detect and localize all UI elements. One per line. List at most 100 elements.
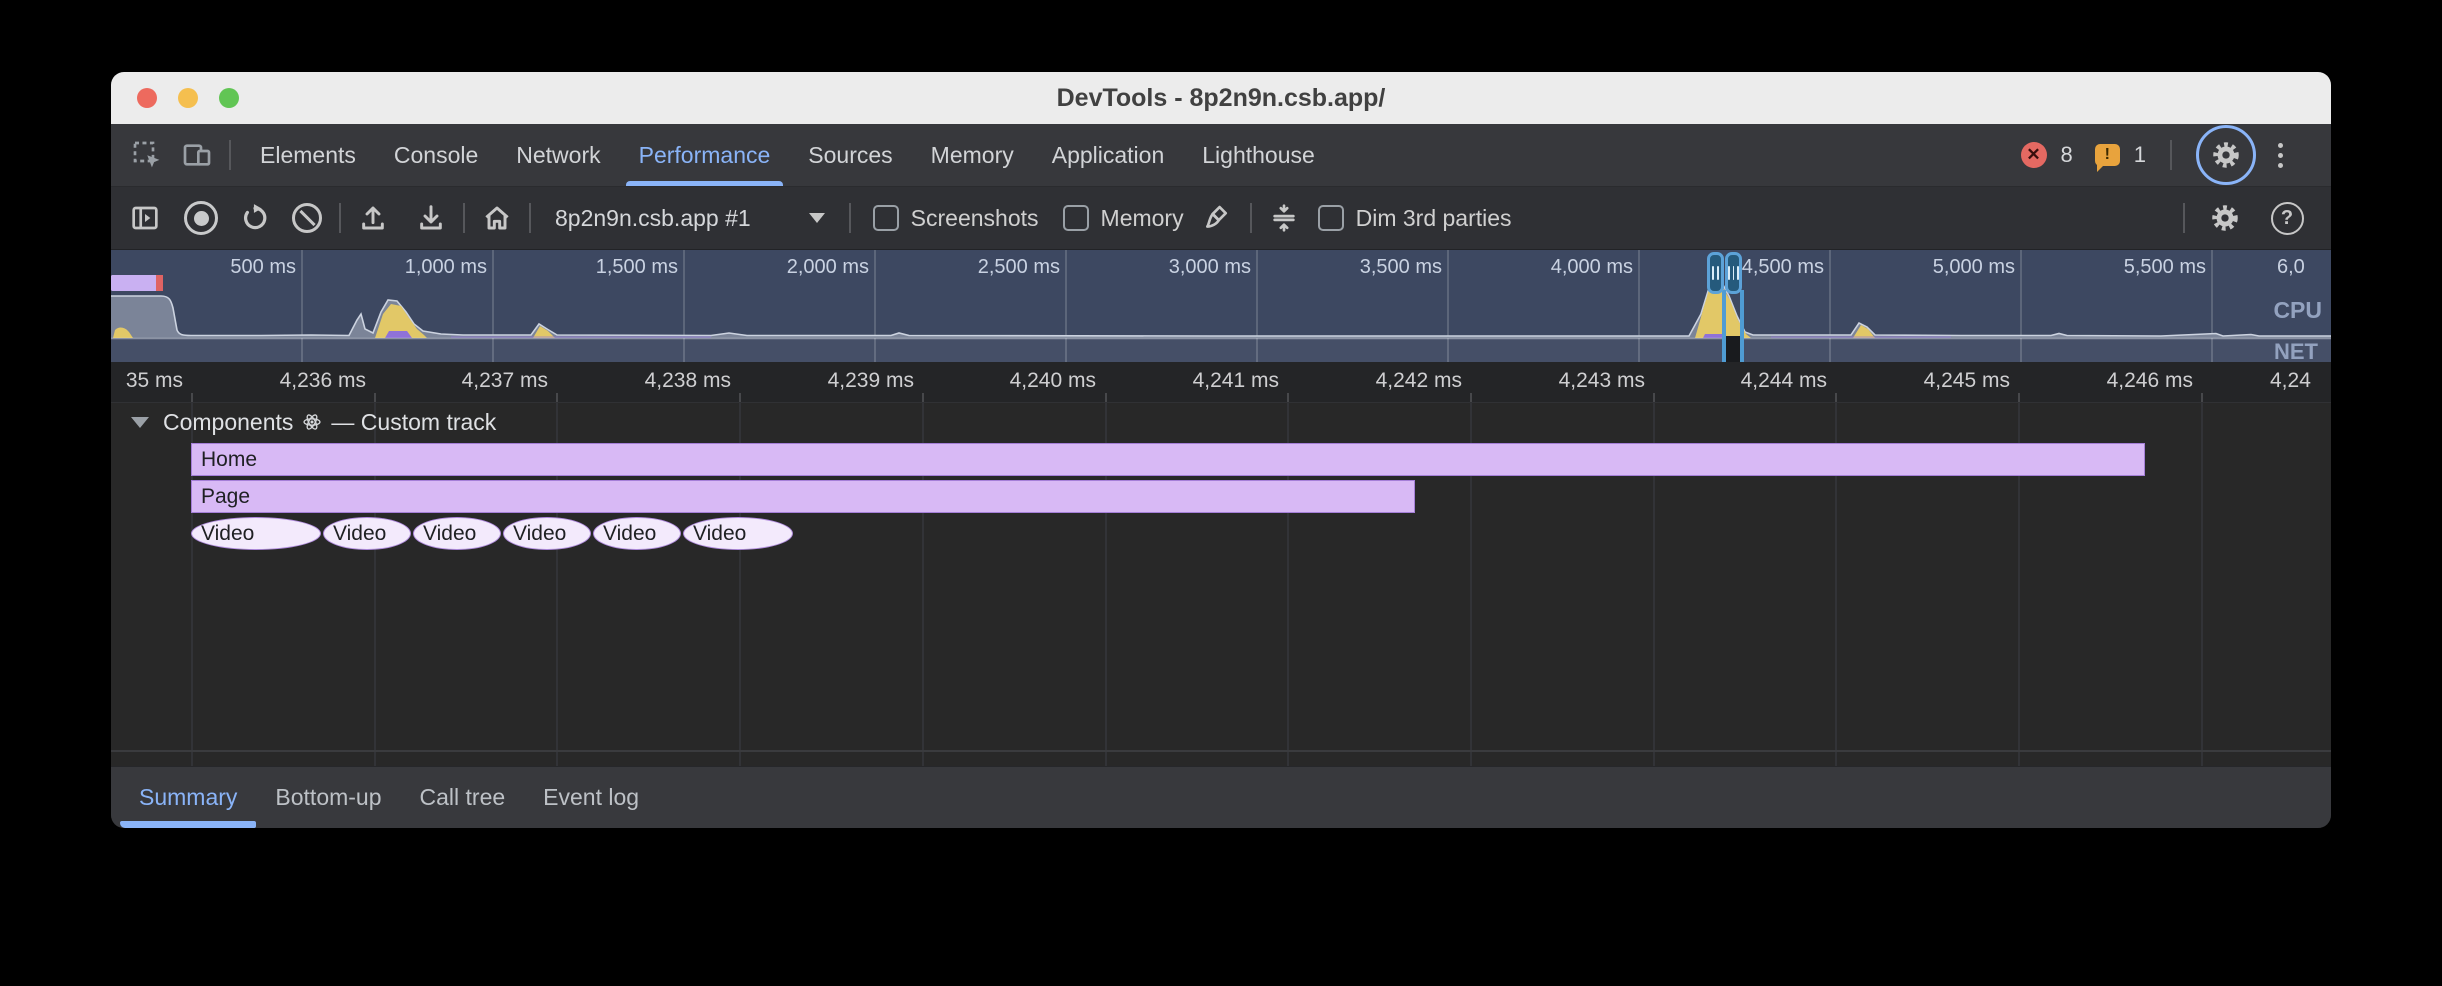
- settings-gear-icon[interactable]: [2196, 125, 2256, 185]
- capture-settings-gear-icon[interactable]: [2203, 196, 2247, 240]
- device-toolbar-icon[interactable]: [175, 133, 219, 177]
- tab-application[interactable]: Application: [1033, 124, 1184, 186]
- flame-bar-video[interactable]: Video: [593, 517, 681, 550]
- timeline-ruler[interactable]: 35 ms 4,236 ms 4,237 ms 4,238 ms 4,239 m…: [111, 362, 2331, 403]
- minimize-button[interactable]: [178, 88, 198, 108]
- tab-sources[interactable]: Sources: [789, 124, 911, 186]
- divider: [529, 203, 531, 233]
- reload-record-icon[interactable]: [233, 196, 277, 240]
- screenshots-checkbox[interactable]: [873, 205, 899, 231]
- more-options-icon[interactable]: [2270, 143, 2291, 168]
- ruler-label: 4,244 ms: [1677, 369, 1827, 393]
- help-icon[interactable]: ?: [2265, 196, 2309, 240]
- tab-network[interactable]: Network: [497, 124, 619, 186]
- collect-garbage-icon[interactable]: [1196, 196, 1240, 240]
- traffic-lights: [137, 88, 239, 108]
- dim-3rd-parties-checkbox[interactable]: [1318, 205, 1344, 231]
- ruler-label: 4,24: [2270, 369, 2311, 393]
- overview-ruler-label: 5,000 ms: [1865, 256, 2015, 279]
- record-icon[interactable]: [179, 196, 223, 240]
- tab-elements[interactable]: Elements: [241, 124, 375, 186]
- ruler-label: 4,245 ms: [1860, 369, 2010, 393]
- screenshots-label: Screenshots: [911, 205, 1039, 232]
- ruler-label: 4,240 ms: [946, 369, 1096, 393]
- flame-bar-video[interactable]: Video: [683, 517, 793, 550]
- cpu-label: CPU: [2273, 297, 2322, 324]
- tab-summary[interactable]: Summary: [120, 767, 256, 828]
- overview-ruler-label: 1,000 ms: [337, 256, 487, 279]
- inspect-element-icon[interactable]: [125, 133, 169, 177]
- panel-divider: [111, 750, 2331, 752]
- tab-console[interactable]: Console: [375, 124, 497, 186]
- collapse-icon[interactable]: [1262, 196, 1306, 240]
- overview-ruler-label: 2,500 ms: [910, 256, 1060, 279]
- selection-left-handle[interactable]: [1707, 252, 1724, 294]
- divider: [1250, 203, 1252, 233]
- overview-ruler-label: 3,500 ms: [1292, 256, 1442, 279]
- close-button[interactable]: [137, 88, 157, 108]
- selection-range: [1726, 336, 1740, 362]
- session-label: 8p2n9n.csb.app #1: [555, 205, 751, 232]
- title-bar: DevTools - 8p2n9n.csb.app/: [111, 72, 2331, 124]
- ruler-label: 4,242 ms: [1312, 369, 1462, 393]
- chevron-down-icon[interactable]: [131, 417, 149, 428]
- atom-icon: [302, 412, 322, 432]
- ruler-label: 4,246 ms: [2043, 369, 2193, 393]
- maximize-button[interactable]: [219, 88, 239, 108]
- devtools-window: DevTools - 8p2n9n.csb.app/ Elements Cons…: [111, 72, 2331, 828]
- overview-ruler-label: 2,000 ms: [719, 256, 869, 279]
- home-icon[interactable]: [475, 196, 519, 240]
- flame-bar-page[interactable]: Page: [191, 480, 1415, 513]
- track-title-post: — Custom track: [331, 409, 496, 436]
- memory-toggle[interactable]: Memory: [1063, 205, 1184, 232]
- ruler-label: 35 ms: [111, 369, 183, 393]
- window-title: DevTools - 8p2n9n.csb.app/: [1057, 84, 1386, 113]
- error-count: 8: [2061, 142, 2073, 168]
- divider: [339, 203, 341, 233]
- download-profile-icon[interactable]: [409, 196, 453, 240]
- flame-bar-video[interactable]: Video: [191, 517, 321, 550]
- tab-performance[interactable]: Performance: [620, 124, 790, 186]
- divider: [229, 140, 231, 170]
- clear-icon[interactable]: [285, 196, 329, 240]
- divider: [2183, 203, 2185, 233]
- session-select[interactable]: 8p2n9n.csb.app #1: [555, 205, 825, 232]
- overview-ruler-label: 4,000 ms: [1483, 256, 1633, 279]
- overview-ruler-label: 3,000 ms: [1101, 256, 1251, 279]
- dim-3rd-parties-toggle[interactable]: Dim 3rd parties: [1318, 205, 1512, 232]
- overview-ruler-label: 6,0: [2277, 256, 2305, 279]
- selection-right-line: [1740, 290, 1744, 362]
- toggle-sidebar-icon[interactable]: [123, 196, 167, 240]
- tab-call-tree[interactable]: Call tree: [401, 767, 525, 828]
- dim-3rd-parties-label: Dim 3rd parties: [1356, 205, 1512, 232]
- selection-right-handle[interactable]: [1725, 252, 1742, 294]
- overview-ruler-label: 1,500 ms: [528, 256, 678, 279]
- flame-bar-video[interactable]: Video: [323, 517, 411, 550]
- memory-label: Memory: [1101, 205, 1184, 232]
- track-title-pre: Components: [163, 409, 293, 436]
- flame-bar-video[interactable]: Video: [413, 517, 501, 550]
- tab-event-log[interactable]: Event log: [524, 767, 658, 828]
- ruler-label: 4,236 ms: [216, 369, 366, 393]
- timeline-overview[interactable]: 500 ms 1,000 ms 1,500 ms 2,000 ms 2,500 …: [111, 250, 2331, 362]
- overview-ruler-label: 5,500 ms: [2056, 256, 2206, 279]
- track-header-components[interactable]: Components — Custom track: [111, 403, 496, 441]
- flame-bar-home[interactable]: Home: [191, 443, 2145, 476]
- tab-bottom-up[interactable]: Bottom-up: [256, 767, 400, 828]
- error-icon[interactable]: ✕: [2021, 142, 2047, 168]
- upload-profile-icon[interactable]: [351, 196, 395, 240]
- ruler-label: 4,243 ms: [1495, 369, 1645, 393]
- chevron-down-icon: [809, 213, 825, 223]
- performance-toolbar: 8p2n9n.csb.app #1 Screenshots Memory: [111, 187, 2331, 250]
- flame-bar-video[interactable]: Video: [503, 517, 591, 550]
- ruler-label: 4,237 ms: [398, 369, 548, 393]
- divider: [2170, 140, 2172, 170]
- tab-lighthouse[interactable]: Lighthouse: [1183, 124, 1334, 186]
- screenshots-toggle[interactable]: Screenshots: [873, 205, 1039, 232]
- warning-icon[interactable]: !: [2095, 144, 2120, 166]
- net-label: NET: [2274, 339, 2318, 362]
- tab-memory[interactable]: Memory: [912, 124, 1033, 186]
- toolbar-right: ?: [2173, 196, 2319, 240]
- memory-checkbox[interactable]: [1063, 205, 1089, 231]
- overview-ruler-label: 4,500 ms: [1674, 256, 1824, 279]
